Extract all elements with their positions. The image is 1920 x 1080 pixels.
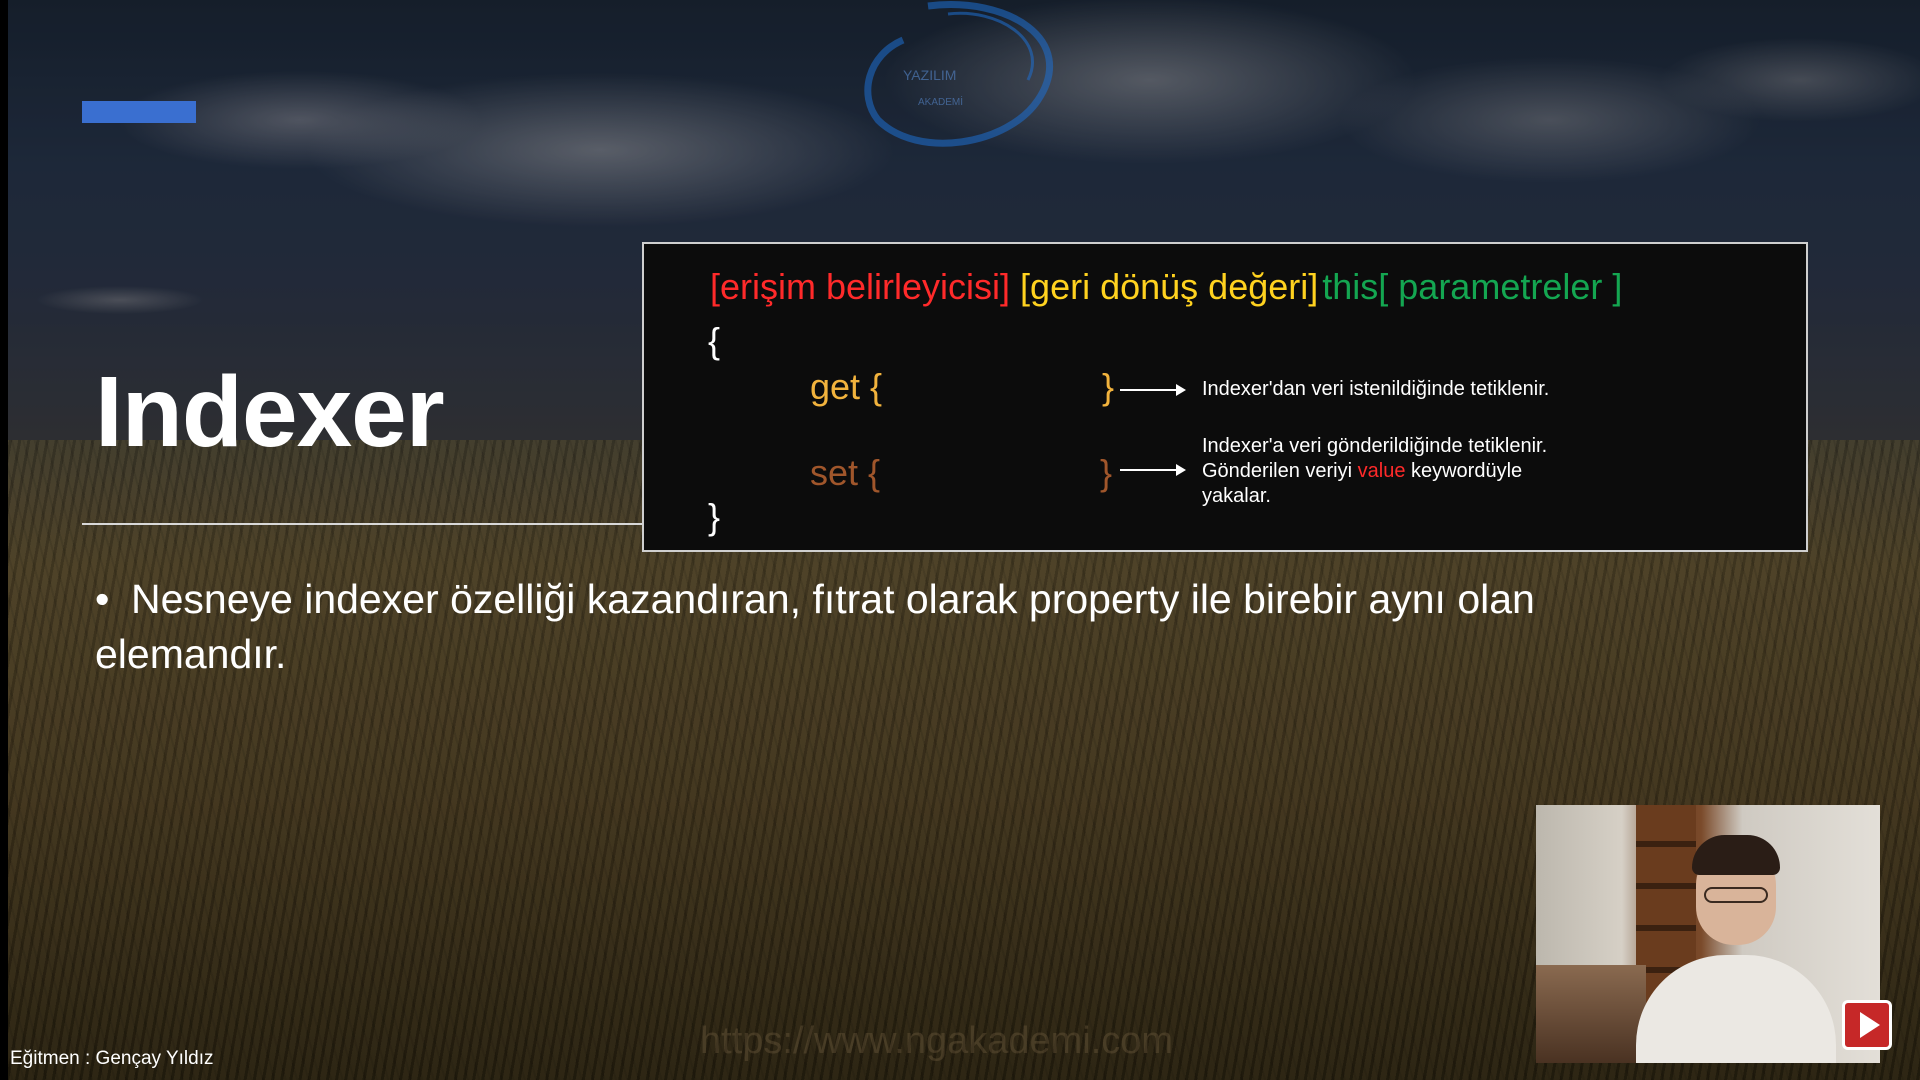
set-description-line-3: yakalar. xyxy=(1202,485,1271,507)
get-close-brace: } xyxy=(1102,366,1115,407)
instructor-credit: Eğitmen : Gençay Yıldız xyxy=(10,1048,214,1069)
set-description-line-2-start: Gönderilen veriyi xyxy=(1202,460,1358,482)
set-description: Indexer'a veri gönderildiğinde tetikleni… xyxy=(1202,434,1547,509)
indexer-syntax-box: [erişim belirleyicisi] [geri dönüş değeri… xyxy=(642,242,1808,552)
webcam-desk xyxy=(1536,965,1646,1063)
youtube-play-icon[interactable] xyxy=(1842,1000,1892,1050)
slide-stage: YAZILIM AKADEMİ Indexer [erişim belirley… xyxy=(0,0,1920,1080)
left-edge-strip xyxy=(0,0,8,1080)
set-close-brace: } xyxy=(1100,452,1113,493)
svg-text:YAZILIM: YAZILIM xyxy=(903,67,956,83)
svg-text:AKADEMİ: AKADEMİ xyxy=(918,95,963,108)
bullet-marker: • xyxy=(95,576,110,622)
title-accent-bar xyxy=(82,101,196,123)
set-description-line-2-end: keywordüyle xyxy=(1405,460,1523,482)
close-brace: } xyxy=(708,496,721,537)
bullet-text: Nesneye indexer özelliği kazandıran, fıt… xyxy=(95,576,1535,677)
instructor-webcam xyxy=(1536,805,1880,1063)
set-description-line-2: Gönderilen veriyi value keywordüyle xyxy=(1202,459,1547,484)
value-keyword-highlight: value xyxy=(1357,460,1406,482)
set-accessor-label: set { xyxy=(810,452,881,493)
get-arrow-icon xyxy=(1120,384,1186,396)
circular-swoosh-logo-icon: YAZILIM AKADEMİ xyxy=(864,1,1054,147)
set-arrow-icon xyxy=(1120,464,1186,476)
webcam-person-hair xyxy=(1692,835,1780,875)
get-description: Indexer'dan veri istenildiğinde tetiklen… xyxy=(1202,378,1550,400)
return-type-text: [geri dönüş değeri] xyxy=(1020,266,1319,307)
bullet-point: • Nesneye indexer özelliği kazandıran, fı… xyxy=(95,572,1655,682)
open-brace: { xyxy=(708,320,721,361)
webcam-person-glasses xyxy=(1704,887,1768,903)
access-modifier-text: [erişim belirleyicisi] xyxy=(710,266,1011,307)
this-keyword-text: this[ parametreler ] xyxy=(1322,266,1623,307)
indexer-signature: [erişim belirleyicisi] [geri dönüş değeri… xyxy=(710,266,1622,308)
watermark-text: https://www.ngakademi.com xyxy=(700,1020,1174,1062)
title-divider xyxy=(82,523,642,525)
get-accessor-label: get { xyxy=(810,366,883,407)
slide-title: Indexer xyxy=(95,356,445,468)
set-description-line-1: Indexer'a veri gönderildiğinde tetikleni… xyxy=(1202,435,1548,457)
